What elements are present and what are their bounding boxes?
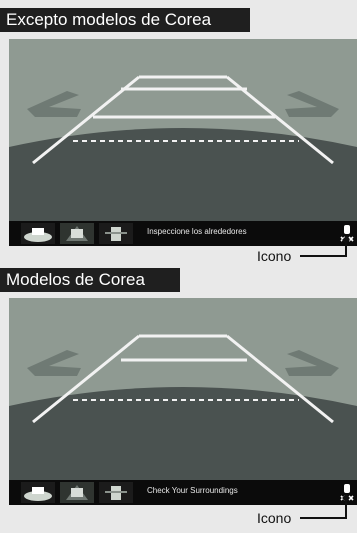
normal-view-icon[interactable] [21, 482, 55, 503]
rear-camera-screen: Inspeccione los alrededores [9, 39, 357, 246]
wide-view-icon[interactable] [60, 482, 94, 503]
icon-callout-label: Icono [257, 248, 292, 264]
icon-callout-label: Icono [257, 510, 292, 526]
rear-camera-view [9, 39, 357, 221]
icon-callout-line [300, 494, 350, 519]
top-down-view-icon[interactable] [99, 482, 133, 503]
top-down-view-icon[interactable] [99, 223, 133, 244]
surroundings-message: Check Your Surroundings [147, 486, 238, 495]
icon-callout-line [300, 236, 350, 257]
section-title: Modelos de Corea [0, 268, 180, 292]
surroundings-message: Inspeccione los alrededores [147, 227, 247, 236]
rear-camera-screen: Check Your Surroundings [9, 298, 357, 505]
normal-view-icon[interactable] [21, 223, 55, 244]
rear-camera-view [9, 298, 357, 480]
section-title: Excepto modelos de Corea [0, 8, 250, 32]
wide-view-icon[interactable] [60, 223, 94, 244]
